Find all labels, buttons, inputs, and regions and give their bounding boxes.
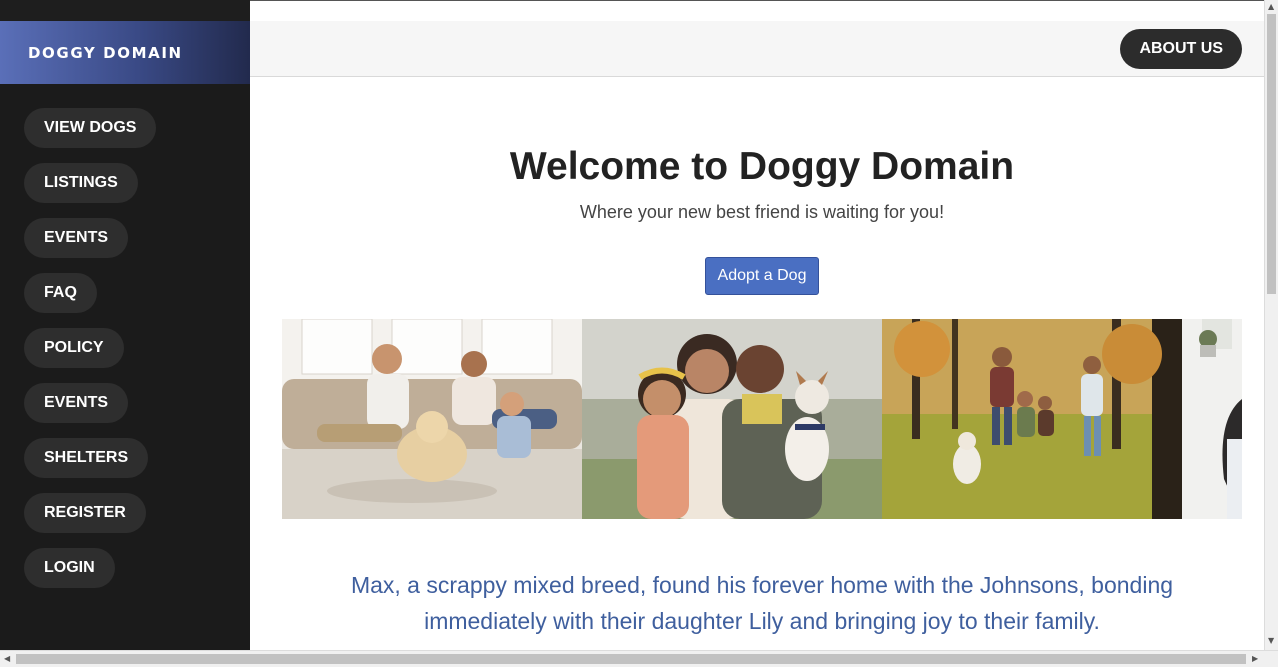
sidebar-item-listings[interactable]: LISTINGS [24,163,138,203]
sidebar-item-view-dogs[interactable]: VIEW DOGS [24,108,157,148]
adoption-story: Max, a scrappy mixed breed, found his fo… [350,572,1174,634]
vertical-scroll-thumb[interactable] [1267,14,1276,294]
carousel-photo-park-run [882,319,1182,519]
sidebar-item-events[interactable]: EVENTS [24,218,129,258]
vertical-scrollbar[interactable]: ▲ ▼ [1264,0,1278,650]
scroll-down-icon[interactable]: ▼ [1268,636,1274,645]
adopt-dog-button[interactable]: Adopt a Dog [705,257,819,295]
scroll-left-icon[interactable]: ◀ [4,654,10,663]
horizontal-scroll-thumb[interactable] [16,654,1246,664]
carousel-photo-smiling-family [582,319,882,519]
page-title: Welcome to Doggy Domain [509,145,1015,188]
photo-carousel[interactable] [282,319,1242,519]
carousel-photo-living-room [282,319,582,519]
sidebar: DOGGY DOMAIN VIEW DOGS LISTINGS EVENTS F… [0,21,250,650]
main-content: Welcome to Doggy Domain Where your new b… [250,77,1264,650]
sidebar-item-faq[interactable]: FAQ [24,273,97,313]
sidebar-item-policy[interactable]: POLICY [24,328,124,368]
horizontal-scrollbar[interactable]: ◀ ▶ [0,650,1278,667]
page-subtitle: Where your new best friend is waiting fo… [579,202,945,222]
sidebar-item-login[interactable]: LOGIN [24,548,115,588]
about-us-button[interactable]: ABOUT US [1120,29,1242,69]
scroll-right-icon[interactable]: ▶ [1252,654,1258,663]
sidebar-nav: VIEW DOGS LISTINGS EVENTS FAQ POLICY EVE… [0,84,250,603]
scroll-up-icon[interactable]: ▲ [1268,2,1274,11]
brand-name: DOGGY DOMAIN [28,43,183,62]
window-top-edge-content [250,0,1264,21]
sidebar-item-register[interactable]: REGISTER [24,493,146,533]
brand-banner[interactable]: DOGGY DOMAIN [0,21,250,84]
sidebar-item-events-2[interactable]: EVENTS [24,383,129,423]
sidebar-item-shelters[interactable]: SHELTERS [24,438,149,478]
carousel-photo-partial [1182,319,1242,519]
top-header: ABOUT US [250,21,1264,77]
